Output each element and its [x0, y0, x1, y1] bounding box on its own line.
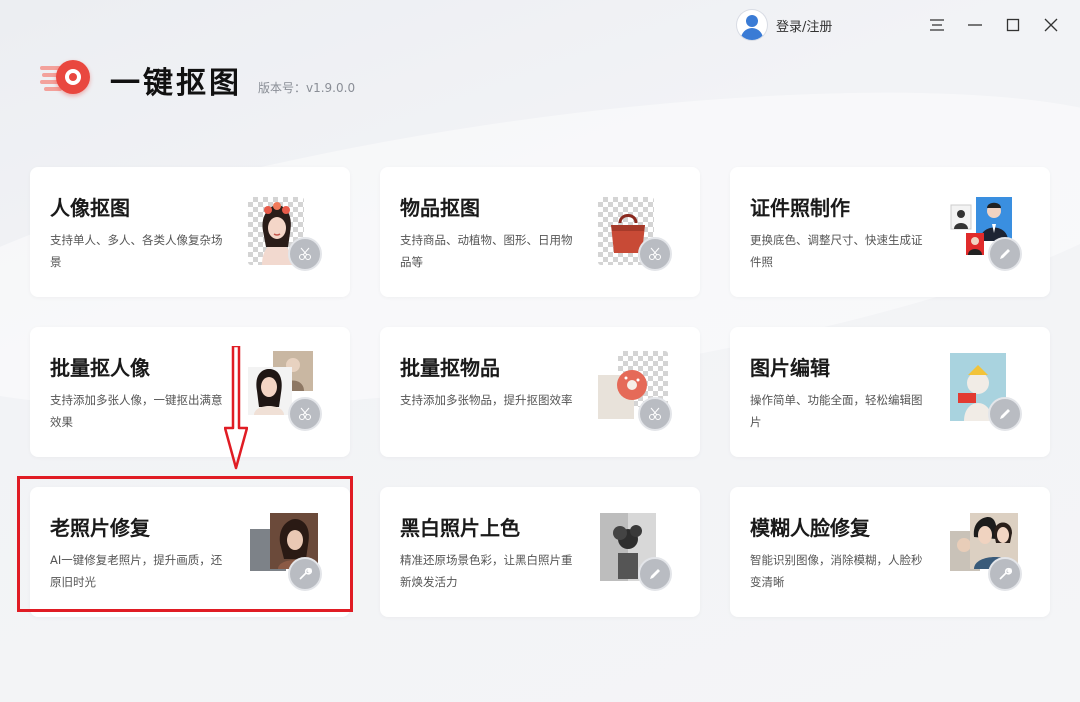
- bw-photo-thumbnail: [598, 513, 678, 591]
- batch-object-thumbnail: [598, 351, 678, 431]
- minimize-icon[interactable]: [964, 14, 986, 36]
- scissors-icon: [288, 237, 322, 271]
- pencil-icon: [638, 557, 672, 591]
- card-id-photo[interactable]: 证件照制作 更换底色、调整尺寸、快速生成证件照: [730, 167, 1050, 297]
- batch-portrait-thumbnail: [248, 351, 328, 431]
- blurry-face-thumbnail: [948, 513, 1028, 591]
- login-label: 登录/注册: [776, 19, 833, 35]
- card-batch-object[interactable]: 批量抠物品 支持添加多张物品，提升抠图效率: [380, 327, 700, 457]
- highlight-box: [17, 476, 353, 612]
- down-arrow-annotation: [224, 346, 248, 470]
- image-edit-thumbnail: [948, 353, 1028, 431]
- card-description: 更换底色、调整尺寸、快速生成证件照: [750, 233, 923, 269]
- close-icon[interactable]: [1040, 14, 1062, 36]
- card-description: 操作简单、功能全面，轻松编辑图片: [750, 393, 923, 429]
- card-portrait-cutout[interactable]: 人像抠图 支持单人、多人、各类人像复杂场景: [30, 167, 350, 297]
- card-description: 精准还原场景色彩，让黑白照片重新焕发活力: [400, 553, 573, 589]
- wrench-icon: [988, 557, 1022, 591]
- version-label: 版本号：v1.9.0.0: [258, 81, 356, 95]
- menu-icon[interactable]: [926, 14, 948, 36]
- user-avatar-icon: [737, 10, 767, 40]
- card-image-edit[interactable]: 图片编辑 操作简单、功能全面，轻松编辑图片: [730, 327, 1050, 457]
- card-object-cutout[interactable]: 物品抠图 支持商品、动植物、图形、日用物品等: [380, 167, 700, 297]
- card-title: 图片编辑: [750, 356, 830, 380]
- scissors-icon: [638, 397, 672, 431]
- app-name: 一键抠图: [110, 66, 242, 101]
- card-title: 物品抠图: [400, 196, 480, 220]
- id-photo-thumbnail: [948, 197, 1028, 271]
- maximize-icon[interactable]: [1002, 14, 1024, 36]
- card-batch-portrait[interactable]: 批量抠人像 支持添加多张人像，一键抠出满意效果: [30, 327, 350, 457]
- card-description: 支持添加多张人像，一键抠出满意效果: [50, 393, 223, 429]
- pencil-icon: [988, 237, 1022, 271]
- pencil-icon: [988, 397, 1022, 431]
- card-colorize-bw[interactable]: 黑白照片上色 精准还原场景色彩，让黑白照片重新焕发活力: [380, 487, 700, 617]
- login-button[interactable]: 登录/注册: [737, 10, 832, 40]
- title-bar: 登录/注册: [0, 0, 1080, 50]
- app-logo: [40, 58, 96, 98]
- handbag-thumbnail: [598, 197, 678, 271]
- card-description: 智能识别图像，消除模糊，人脸秒变清晰: [750, 553, 923, 589]
- card-title: 人像抠图: [50, 196, 130, 220]
- scissors-icon: [638, 237, 672, 271]
- card-title: 证件照制作: [750, 196, 850, 220]
- card-title: 批量抠物品: [400, 356, 500, 380]
- card-title: 模糊人脸修复: [750, 516, 870, 540]
- card-blurry-face-restore[interactable]: 模糊人脸修复 智能识别图像，消除模糊，人脸秒变清晰: [730, 487, 1050, 617]
- card-description: 支持添加多张物品，提升抠图效率: [400, 393, 573, 407]
- card-title: 批量抠人像: [50, 356, 150, 380]
- card-description: 支持商品、动植物、图形、日用物品等: [400, 233, 573, 269]
- portrait-thumbnail: [248, 197, 328, 271]
- card-description: 支持单人、多人、各类人像复杂场景: [50, 233, 223, 269]
- card-title: 黑白照片上色: [400, 516, 520, 540]
- scissors-icon: [288, 397, 322, 431]
